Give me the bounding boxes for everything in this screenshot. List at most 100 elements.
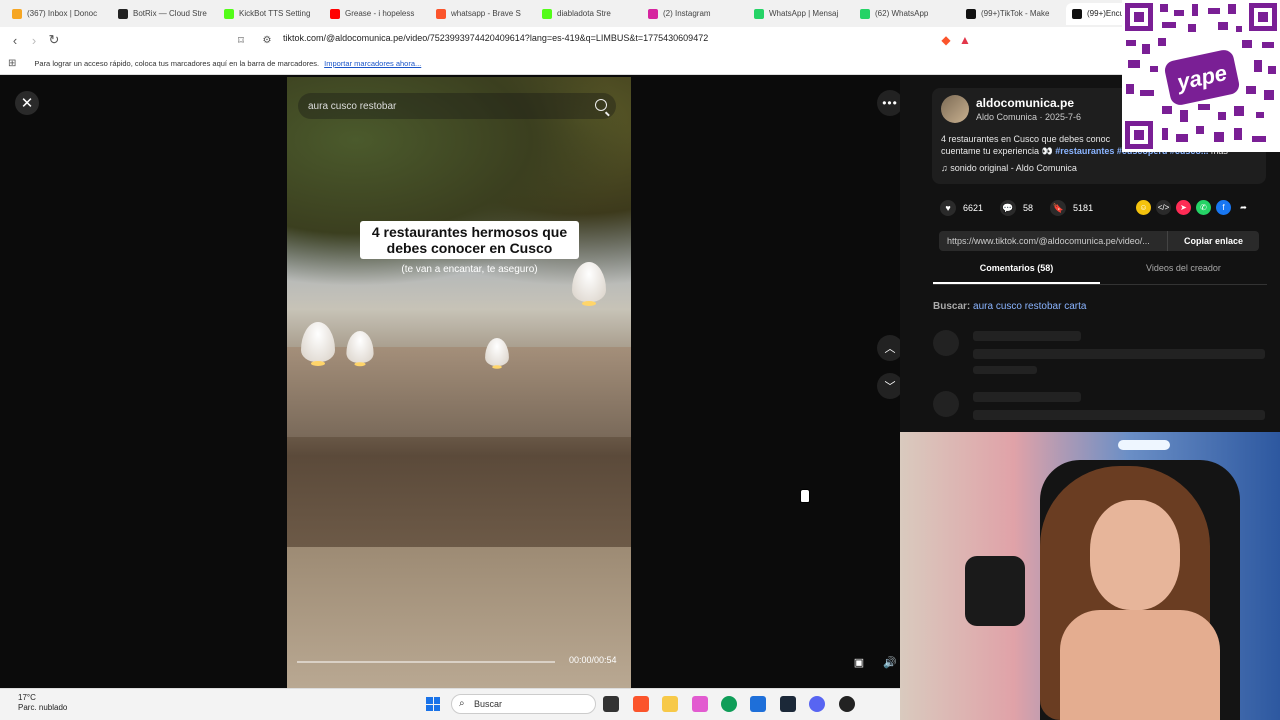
bookmark-icon[interactable]: ⌑ bbox=[231, 30, 251, 50]
tab-label: diabladota Stre bbox=[557, 9, 611, 18]
brave-icon[interactable] bbox=[633, 696, 649, 712]
share-icon[interactable]: ➦ bbox=[1236, 200, 1251, 215]
tab-label: (99+)TikTok - Make bbox=[981, 9, 1050, 18]
username[interactable]: aldocomunica.pe bbox=[976, 96, 1074, 110]
embed-icon[interactable]: </> bbox=[1156, 200, 1171, 215]
bookmark-icon[interactable]: 🔖 bbox=[1050, 200, 1067, 216]
close-icon[interactable]: ✕ bbox=[15, 91, 39, 115]
saves-count: 5181 bbox=[1073, 203, 1094, 213]
steam-icon[interactable] bbox=[780, 696, 796, 712]
weather-widget[interactable]: 17°C Parc. nublado bbox=[18, 693, 67, 713]
lamp-shape bbox=[346, 331, 374, 367]
tab-comments[interactable]: Comentarios (58) bbox=[933, 263, 1100, 284]
tab-favicon-icon bbox=[1072, 8, 1082, 19]
tab-strip: (367) Inbox | Donoc BotRix — Cloud Stre Ki… bbox=[0, 0, 1280, 27]
taskbar-search[interactable]: ⌕ Buscar bbox=[451, 694, 596, 714]
import-bookmarks-link[interactable]: Importar marcadores ahora... bbox=[324, 59, 421, 68]
led-light-bar bbox=[1118, 440, 1170, 450]
windows-start-icon[interactable] bbox=[426, 697, 440, 711]
volume-icon[interactable]: 🔊 bbox=[879, 651, 901, 673]
reload-icon[interactable]: ↻ bbox=[44, 30, 64, 50]
lamp-shape bbox=[485, 338, 509, 369]
browser-tab[interactable]: WhatsApp | Mensaj bbox=[748, 3, 852, 25]
hand-cursor bbox=[800, 489, 810, 503]
comments-count: 58 bbox=[1023, 203, 1034, 213]
video-search-text: aura cusco restobar bbox=[308, 100, 397, 112]
edge-icon[interactable] bbox=[721, 696, 737, 712]
panel-tabs: Comentarios (58) Videos del creador bbox=[933, 263, 1267, 285]
video-caption-subtitle: (te van a encantar, te aseguro) bbox=[401, 264, 538, 275]
tab-label: BotRix — Cloud Stre bbox=[133, 9, 207, 18]
video-progress-bar[interactable] bbox=[297, 661, 555, 663]
loading-avatar-placeholder bbox=[933, 330, 959, 356]
tab-favicon-icon bbox=[860, 8, 870, 19]
whatsapp-icon[interactable]: ✆ bbox=[1196, 200, 1211, 215]
tab-favicon-icon bbox=[118, 8, 128, 19]
browser-tab[interactable]: BotRix — Cloud Stre bbox=[112, 3, 216, 25]
tab-label: WhatsApp | Mensaj bbox=[769, 9, 839, 18]
back-icon[interactable]: ‹ bbox=[5, 30, 25, 50]
video-link[interactable]: https://www.tiktok.com/@aldocomunica.pe/… bbox=[939, 231, 1167, 251]
search-icon: ⌕ bbox=[459, 698, 465, 709]
apps-icon[interactable]: ⊞ bbox=[8, 58, 16, 69]
browser-tab[interactable]: whatsapp - Brave S bbox=[430, 3, 534, 25]
browser-tab[interactable]: (2) Instagram bbox=[642, 3, 746, 25]
description-line2: cuentame tu experiencia 👀 bbox=[941, 146, 1053, 156]
tab-label: (2) Instagram bbox=[663, 9, 711, 18]
obs-icon[interactable] bbox=[839, 696, 855, 712]
tab-favicon-icon bbox=[648, 8, 658, 19]
browser-tab[interactable]: (99+)TikTok - Make bbox=[960, 3, 1064, 25]
browser-tab[interactable]: (62) WhatsApp bbox=[854, 3, 958, 25]
video-scene-mountains bbox=[287, 347, 631, 437]
copy-link-button[interactable]: Copiar enlace bbox=[1167, 231, 1259, 251]
search-icon[interactable] bbox=[595, 99, 607, 111]
copy-link-row: https://www.tiktok.com/@aldocomunica.pe/… bbox=[939, 231, 1259, 251]
url-field[interactable]: tiktok.com/@aldocomunica.pe/video/752399… bbox=[283, 33, 708, 43]
site-settings-icon[interactable]: ⚙ bbox=[257, 30, 277, 50]
browser-tab[interactable]: Grease - i hopeless bbox=[324, 3, 428, 25]
browser-tab[interactable]: KickBot TTS Setting bbox=[218, 3, 322, 25]
browser-tab[interactable]: (367) Inbox | Donoc bbox=[6, 3, 110, 25]
weather-condition: Parc. nublado bbox=[18, 703, 68, 712]
user-subline: Aldo Comunica · 2025-7-6 bbox=[976, 112, 1082, 122]
tab-label: whatsapp - Brave S bbox=[451, 9, 521, 18]
search-suggestion[interactable]: Buscar: aura cusco restobar carta bbox=[933, 301, 1086, 312]
comment-icon[interactable]: 💬 bbox=[1000, 200, 1017, 216]
share-row: ☺ </> ➤ ✆ f ➦ bbox=[1136, 200, 1251, 215]
brave-shield-icon[interactable]: ◆ bbox=[936, 30, 956, 50]
lamp-shape bbox=[301, 322, 335, 366]
video-search-bar[interactable]: aura cusco restobar bbox=[298, 93, 616, 119]
video-player[interactable] bbox=[287, 77, 631, 688]
taskbar-search-label: Buscar bbox=[474, 699, 503, 709]
discord-icon[interactable] bbox=[809, 696, 825, 712]
facebook-icon[interactable]: f bbox=[1216, 200, 1231, 215]
task-view-icon[interactable] bbox=[603, 696, 619, 712]
avatar[interactable] bbox=[941, 95, 969, 123]
sound-label: sonido original - Aldo Comunica bbox=[950, 163, 1077, 173]
tab-label: (62) WhatsApp bbox=[875, 9, 929, 18]
tab-favicon-icon bbox=[754, 8, 764, 19]
address-bar-row: ‹ › ↻ ⌑ ⚙ tiktok.com/@aldocomunica.pe/vi… bbox=[0, 27, 1280, 53]
file-explorer-icon[interactable] bbox=[662, 696, 678, 712]
sound-info[interactable]: ♫ sonido original - Aldo Comunica bbox=[941, 163, 1077, 173]
streamer-face-shape bbox=[1090, 500, 1180, 610]
search-query[interactable]: aura cusco restobar carta bbox=[973, 301, 1086, 312]
tab-creator-videos[interactable]: Videos del creador bbox=[1100, 263, 1267, 284]
browser-tab[interactable]: diabladota Stre bbox=[536, 3, 640, 25]
heart-icon[interactable]: ♥ bbox=[940, 200, 956, 216]
brave-rewards-icon[interactable]: ▲ bbox=[955, 30, 975, 50]
send-icon[interactable]: ➤ bbox=[1176, 200, 1191, 215]
loading-line-placeholder bbox=[973, 366, 1037, 374]
pip-icon[interactable]: ▣ bbox=[848, 651, 870, 673]
tab-label: Grease - i hopeless bbox=[345, 9, 415, 18]
bookmarks-hint: Para lograr un acceso rápido, coloca tus… bbox=[34, 59, 320, 68]
store-icon[interactable] bbox=[750, 696, 766, 712]
friends-share-icon[interactable]: ☺ bbox=[1136, 200, 1151, 215]
engagement-stats: ♥ 6621 💬 58 🔖 5181 bbox=[940, 200, 1093, 216]
copilot-icon[interactable] bbox=[692, 696, 708, 712]
tab-favicon-icon bbox=[12, 8, 22, 19]
search-label: Buscar: bbox=[933, 301, 971, 312]
tab-label: KickBot TTS Setting bbox=[239, 9, 311, 18]
forward-icon[interactable]: › bbox=[24, 30, 44, 50]
likes-count: 6621 bbox=[963, 203, 984, 213]
